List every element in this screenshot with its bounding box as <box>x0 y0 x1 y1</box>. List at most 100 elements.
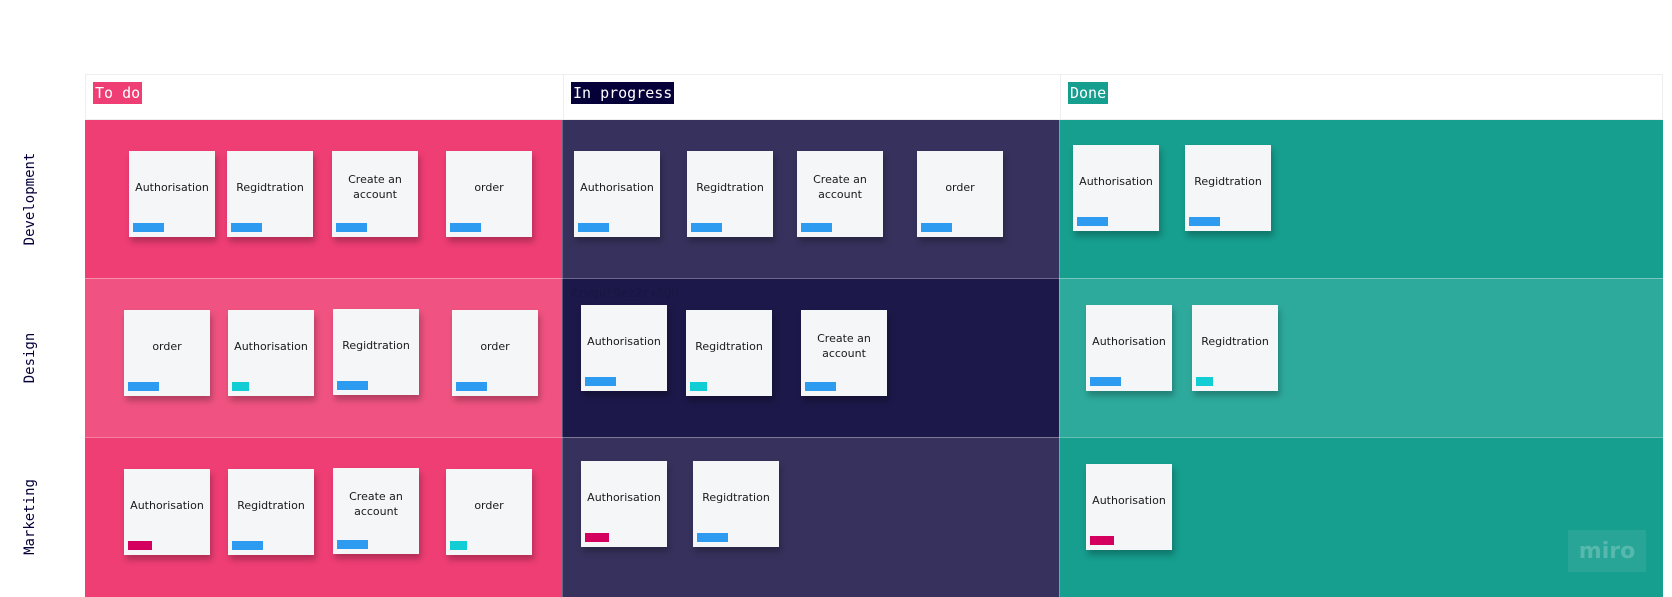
sticky-note[interactable]: Authorisation <box>1086 305 1172 391</box>
column-header-todo[interactable]: To do <box>86 75 563 121</box>
cell-marketing-todo[interactable]: Authorisation Regidtration Create an accou… <box>85 437 562 597</box>
sticky-note[interactable]: Create an account <box>797 151 883 237</box>
sticky-note-text: Authorisation <box>1079 174 1153 188</box>
sticky-note-text: Authorisation <box>580 180 654 194</box>
sticky-note[interactable]: Regidtration <box>686 310 772 396</box>
sticky-note[interactable]: Authorisation <box>129 151 215 237</box>
sticky-note-text: Regidtration <box>236 180 304 194</box>
sticky-note-text: Create an account <box>348 173 402 201</box>
sticky-note[interactable]: Authorisation <box>1073 145 1159 231</box>
sticky-note[interactable]: Authorisation <box>581 461 667 547</box>
sticky-note[interactable]: Authorisation <box>228 310 314 396</box>
sticky-note-tag <box>1077 217 1108 226</box>
sticky-note[interactable]: Create an account <box>333 468 419 554</box>
row-divider <box>85 437 1663 438</box>
column-tag-todo: To do <box>93 82 143 104</box>
sticky-note[interactable]: Authorisation <box>574 151 660 237</box>
sticky-note[interactable]: Regidtration <box>1192 305 1278 391</box>
sticky-note-tag <box>337 540 368 549</box>
column-header-done[interactable]: Done <box>1060 75 1662 121</box>
sticky-note-text: order <box>480 339 510 353</box>
sticky-note[interactable]: Regidtration <box>228 469 314 555</box>
sticky-note-tag <box>697 533 728 542</box>
sticky-note[interactable]: order <box>917 151 1003 237</box>
sticky-note-text: order <box>152 339 182 353</box>
cell-development-in-progress[interactable]: Authorisation Regidtration Create an accou… <box>562 120 1059 278</box>
sticky-note-text: order <box>474 180 504 194</box>
row-label-design[interactable]: Design <box>0 278 60 437</box>
sticky-note[interactable]: order <box>446 151 532 237</box>
sticky-note-tag <box>805 382 836 391</box>
sticky-note-tag <box>1189 217 1220 226</box>
sticky-note[interactable]: Create an account <box>801 310 887 396</box>
sticky-note[interactable]: Authorisation <box>124 469 210 555</box>
sticky-note-tag <box>585 533 609 542</box>
cell-caption: #zwqut9ez2r+SQU <box>570 286 679 300</box>
sticky-note-text: Create an account <box>349 490 403 518</box>
sticky-note-tag <box>133 223 164 232</box>
kanban-board: To do In progress Done Development Desig… <box>0 0 1672 597</box>
sticky-note-tag <box>128 382 159 391</box>
sticky-note[interactable]: Create an account <box>332 151 418 237</box>
sticky-note-text: Regidtration <box>1201 334 1269 348</box>
column-tag-in-progress: In progress <box>571 82 675 104</box>
sticky-note-tag <box>585 377 616 386</box>
sticky-note-tag <box>231 223 262 232</box>
sticky-note-tag <box>336 223 367 232</box>
sticky-note[interactable]: Regidtration <box>333 309 419 395</box>
column-header-row: To do In progress Done <box>85 74 1663 121</box>
sticky-note-text: Regidtration <box>702 490 770 504</box>
sticky-note-tag <box>337 381 368 390</box>
cell-marketing-done[interactable]: Authorisation <box>1059 437 1663 597</box>
sticky-note-text: Regidtration <box>1194 174 1262 188</box>
column-divider <box>562 120 563 597</box>
sticky-note[interactable]: order <box>124 310 210 396</box>
sticky-note-text: order <box>474 498 504 512</box>
row-divider <box>85 278 1663 279</box>
sticky-note[interactable]: order <box>446 469 532 555</box>
sticky-note-tag <box>691 223 722 232</box>
sticky-note-text: Authorisation <box>587 490 661 504</box>
row-label-text: Design <box>22 332 38 383</box>
sticky-note[interactable]: Authorisation <box>581 305 667 391</box>
sticky-note-text: Authorisation <box>234 339 308 353</box>
sticky-note[interactable]: order <box>452 310 538 396</box>
sticky-note-tag <box>1196 377 1213 386</box>
sticky-note-text: Authorisation <box>130 498 204 512</box>
sticky-note-text: Regidtration <box>696 180 764 194</box>
sticky-note-tag <box>1090 377 1121 386</box>
cell-design-in-progress[interactable]: #zwqut9ez2r+SQU Authorisation Regidtratio… <box>562 278 1059 437</box>
sticky-note-text: Authorisation <box>1092 493 1166 507</box>
column-tag-done: Done <box>1068 82 1109 104</box>
sticky-note[interactable]: Regidtration <box>693 461 779 547</box>
cell-design-done[interactable]: Authorisation Regidtration <box>1059 278 1663 437</box>
sticky-note-tag <box>232 541 263 550</box>
sticky-note-text: order <box>945 180 975 194</box>
sticky-note-text: Authorisation <box>1092 334 1166 348</box>
sticky-note-text: Regidtration <box>237 498 305 512</box>
cell-development-todo[interactable]: Authorisation Regidtration Create an accou… <box>85 120 562 278</box>
sticky-note[interactable]: Authorisation <box>1086 464 1172 550</box>
row-label-marketing[interactable]: Marketing <box>0 437 60 597</box>
sticky-note-tag <box>1090 536 1114 545</box>
cell-design-todo[interactable]: order Authorisation Regidtration order <box>85 278 562 437</box>
sticky-note[interactable]: Regidtration <box>687 151 773 237</box>
sticky-note-text: Create an account <box>813 173 867 201</box>
row-label-text: Development <box>22 152 38 246</box>
sticky-note[interactable]: Regidtration <box>227 151 313 237</box>
sticky-note-tag <box>690 382 707 391</box>
sticky-note-tag <box>232 382 249 391</box>
column-divider <box>1059 120 1060 597</box>
sticky-note-tag <box>456 382 487 391</box>
row-label-development[interactable]: Development <box>0 120 60 278</box>
sticky-note-tag <box>128 541 152 550</box>
cell-development-done[interactable]: Authorisation Regidtration <box>1059 120 1663 278</box>
cell-marketing-in-progress[interactable]: Authorisation Regidtration <box>562 437 1059 597</box>
column-header-in-progress[interactable]: In progress <box>563 75 1060 121</box>
row-label-text: Marketing <box>22 479 38 555</box>
sticky-note-tag <box>921 223 952 232</box>
sticky-note-tag <box>450 223 481 232</box>
sticky-note-text: Regidtration <box>695 339 763 353</box>
sticky-note-tag <box>578 223 609 232</box>
sticky-note[interactable]: Regidtration <box>1185 145 1271 231</box>
